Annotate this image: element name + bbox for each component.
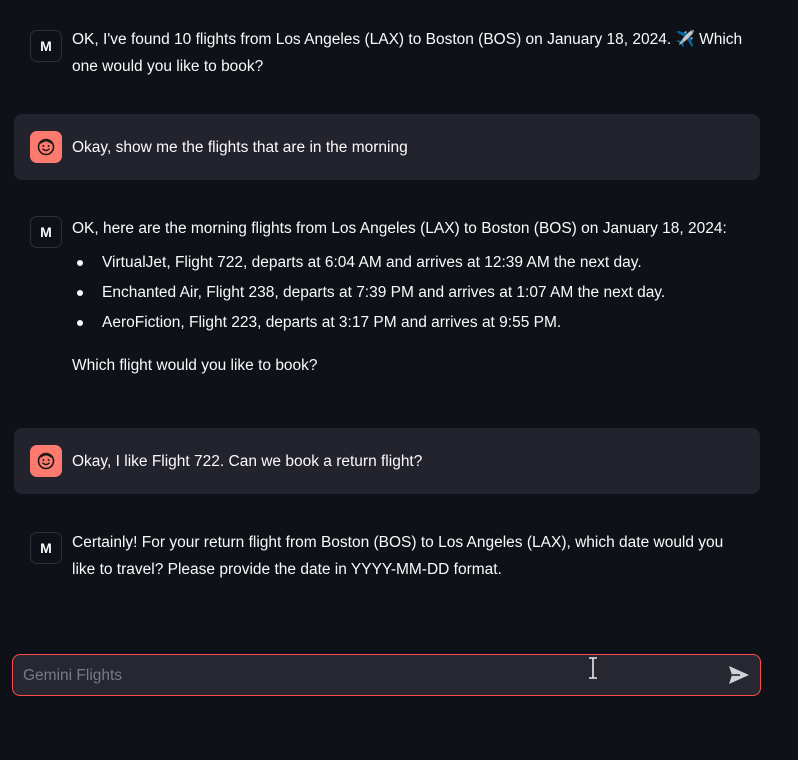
bullet bbox=[77, 290, 83, 296]
user-message: Okay, I like Flight 722. Can we book a r… bbox=[14, 428, 760, 494]
message-intro: OK, here are the morning flights from Lo… bbox=[72, 220, 727, 237]
assistant-message: M Certainly! For your return flight from… bbox=[14, 518, 760, 588]
bullet bbox=[77, 320, 83, 326]
message-outro: Which flight would you like to book? bbox=[72, 357, 318, 374]
message-text: OK, here are the morning flights from Lo… bbox=[72, 215, 744, 379]
assistant-avatar: M bbox=[30, 532, 62, 564]
assistant-avatar-label: M bbox=[40, 38, 52, 54]
assistant-avatar-label: M bbox=[40, 224, 52, 240]
message-text: Certainly! For your return flight from B… bbox=[72, 529, 744, 583]
send-icon bbox=[729, 666, 749, 684]
smiley-face-icon bbox=[37, 138, 55, 156]
flight-list-item: Enchanted Air, Flight 238, departs at 7:… bbox=[72, 278, 744, 308]
flight-list-item: VirtualJet, Flight 722, departs at 6:04 … bbox=[72, 248, 744, 278]
user-avatar bbox=[30, 131, 62, 163]
bullet bbox=[77, 260, 83, 266]
send-button[interactable] bbox=[726, 663, 752, 687]
assistant-message: M OK, I've found 10 flights from Los Ang… bbox=[14, 20, 760, 86]
message-paragraph: OK, I've found 10 flights from Los Angel… bbox=[72, 31, 743, 75]
user-avatar bbox=[30, 445, 62, 477]
flight-list-item: AeroFiction, Flight 223, departs at 3:17… bbox=[72, 308, 744, 338]
flight-list: VirtualJet, Flight 722, departs at 6:04 … bbox=[72, 248, 744, 338]
message-paragraph: Okay, show me the flights that are in th… bbox=[72, 139, 408, 156]
message-text: Okay, show me the flights that are in th… bbox=[72, 134, 744, 161]
text-cursor-icon bbox=[589, 657, 597, 679]
assistant-avatar: M bbox=[30, 30, 62, 62]
assistant-message: M OK, here are the morning flights from … bbox=[14, 204, 760, 404]
message-text: Okay, I like Flight 722. Can we book a r… bbox=[72, 448, 744, 475]
flight-text: Enchanted Air, Flight 238, departs at 7:… bbox=[102, 284, 666, 301]
chat-input[interactable] bbox=[21, 655, 725, 697]
assistant-avatar: M bbox=[30, 216, 62, 248]
flight-text: VirtualJet, Flight 722, departs at 6:04 … bbox=[102, 254, 642, 271]
chat-input-bar bbox=[12, 654, 761, 697]
smiley-face-icon bbox=[37, 452, 55, 470]
user-message: Okay, show me the flights that are in th… bbox=[14, 114, 760, 180]
flight-text: AeroFiction, Flight 223, departs at 3:17… bbox=[102, 314, 562, 331]
message-text: OK, I've found 10 flights from Los Angel… bbox=[72, 26, 744, 80]
message-paragraph: Okay, I like Flight 722. Can we book a r… bbox=[72, 453, 423, 470]
message-paragraph: Certainly! For your return flight from B… bbox=[72, 534, 724, 578]
assistant-avatar-label: M bbox=[40, 540, 52, 556]
